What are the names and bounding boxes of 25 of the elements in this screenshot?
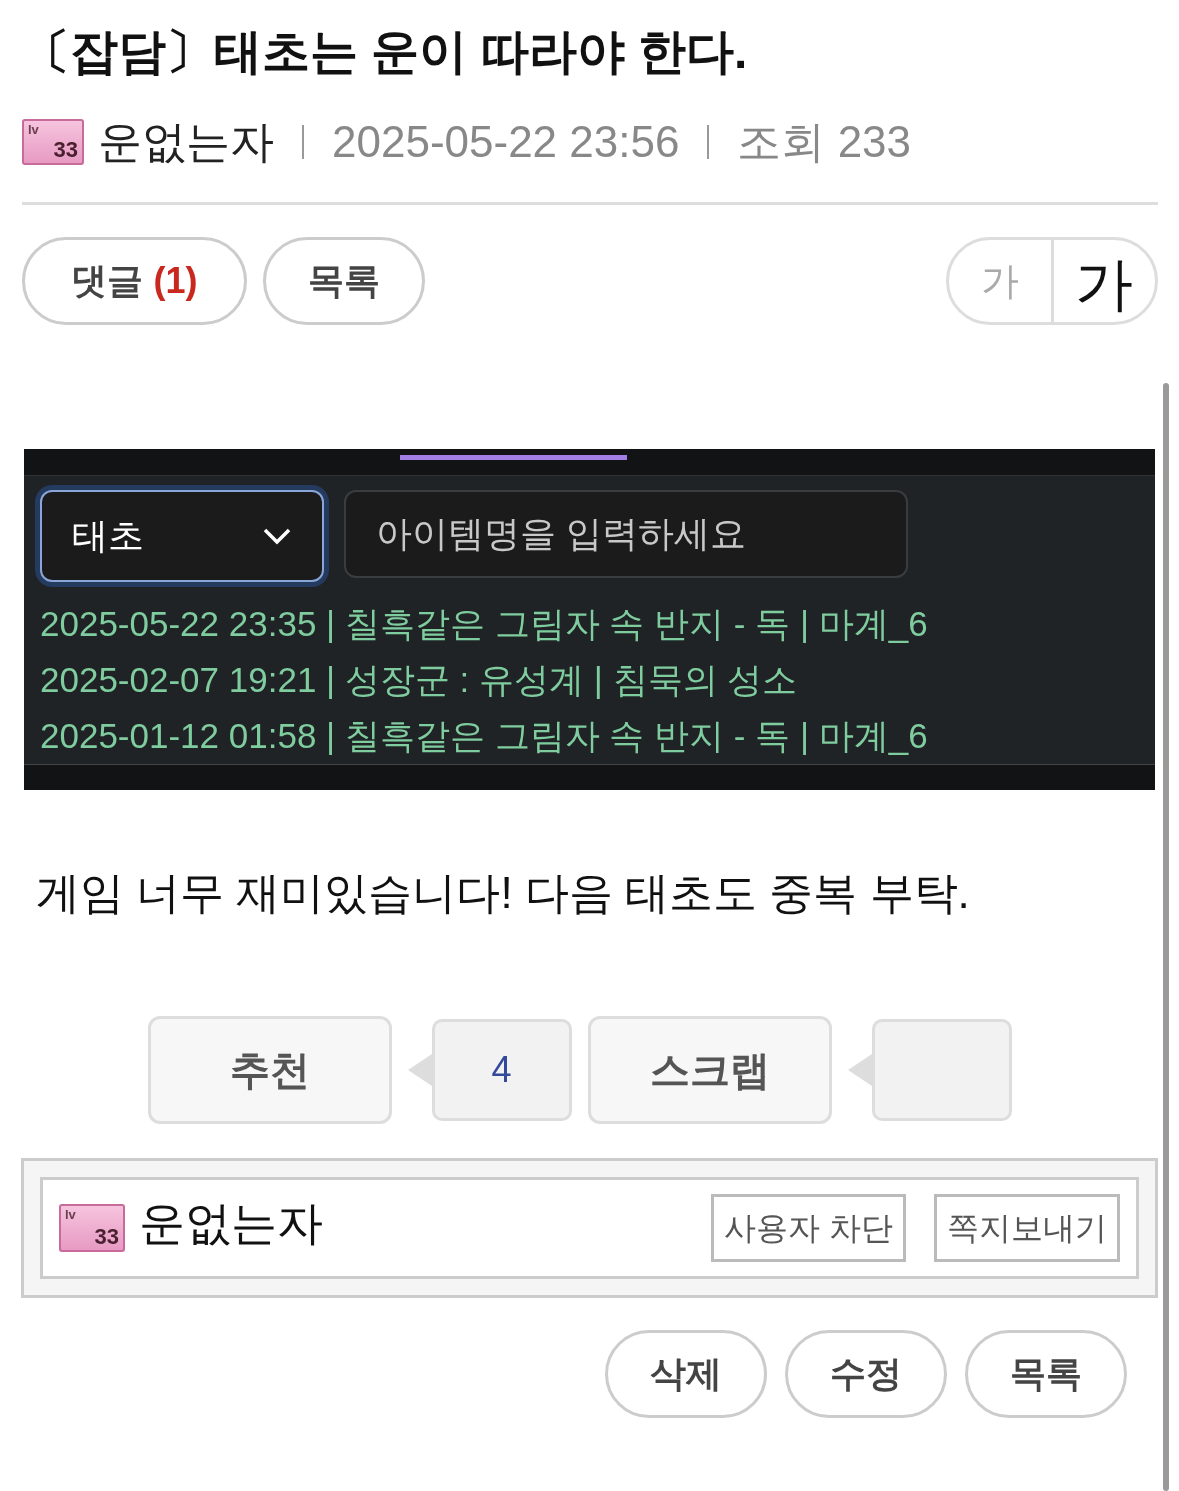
level-badge: lv 33 bbox=[22, 119, 84, 165]
post-title: 〔잡담〕태초는 운이 따라야 한다. bbox=[22, 24, 749, 80]
log-line: 2025-05-22 23:35 | 칠흑같은 그림자 속 반지 - 독 | 마계_6 bbox=[40, 603, 929, 646]
list-button[interactable]: 목록 bbox=[263, 237, 425, 325]
scrollbar[interactable] bbox=[1163, 383, 1169, 1491]
item-search-field[interactable]: 아이템명을 입력하세요 bbox=[344, 490, 908, 579]
log-line: 2025-02-07 19:21 | 성장군 : 유성계 | 침묵의 성소 bbox=[40, 659, 799, 702]
list-button[interactable]: 목록 bbox=[965, 1330, 1127, 1418]
post-date: 2025-05-22 23:56 bbox=[332, 116, 680, 168]
block-user-button[interactable]: 사용자 차단 bbox=[711, 1194, 906, 1262]
view-count: 조회 233 bbox=[737, 116, 912, 168]
log-line: 2025-01-12 01:58 | 칠흑같은 그림자 속 반지 - 독 | 마계_6 bbox=[40, 715, 929, 758]
send-message-button[interactable]: 쪽지보내기 bbox=[934, 1194, 1120, 1262]
font-larger-button[interactable]: 가 bbox=[1050, 240, 1155, 322]
author-name[interactable]: 운없는자 bbox=[98, 109, 274, 175]
level-badge: lv 33 bbox=[59, 1204, 125, 1252]
author-name[interactable]: 운없는자 bbox=[139, 1188, 323, 1258]
recommend-button[interactable]: 추천 bbox=[147, 1016, 392, 1124]
delete-button[interactable]: 삭제 bbox=[605, 1330, 767, 1418]
post-body: 게임 너무 재미있습니다! 다음 태초도 중복 부탁. bbox=[36, 867, 971, 919]
chevron-down-icon bbox=[262, 526, 292, 547]
comments-button[interactable]: 댓글 (1) bbox=[22, 237, 247, 325]
edit-button[interactable]: 수정 bbox=[785, 1330, 947, 1418]
scrap-button[interactable]: 스크랩 bbox=[587, 1016, 832, 1124]
recommend-count: 4 bbox=[491, 1048, 512, 1092]
